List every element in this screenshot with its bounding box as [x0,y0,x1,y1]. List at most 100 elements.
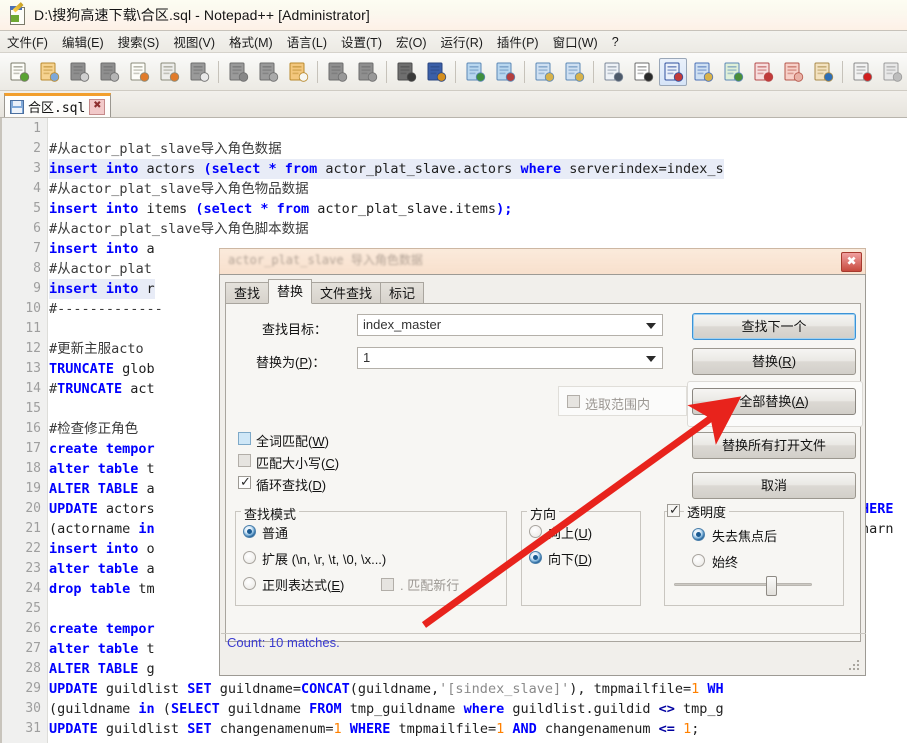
code-line[interactable]: ALTER TABLE g [49,659,155,679]
chevron-down-icon[interactable] [646,356,656,362]
code-line[interactable]: alter table a [49,559,155,579]
code-line[interactable]: #TRUNCATE act [49,379,155,399]
search-mode-extended-radio[interactable] [243,551,256,564]
code-line[interactable]: insert into actors (select * from actor_… [49,159,724,179]
search-mode-regex-radio[interactable] [243,577,256,590]
transparency-slider-track[interactable] [674,583,812,586]
code-line[interactable]: #从actor_plat_slave导入角色脚本数据 [49,219,309,239]
menu-item-7[interactable]: 宏(O) [389,30,434,53]
undo-icon[interactable] [323,58,351,86]
zoom-in-icon[interactable] [461,58,489,86]
dialog-resize-grip[interactable] [849,660,861,672]
transparency-always-radio[interactable] [692,554,705,567]
wrap-around-checkbox[interactable]: ✓ [238,476,251,489]
menu-item-1[interactable]: 编辑(E) [55,30,111,53]
code-line[interactable]: ALTER TABLE a [49,479,155,499]
menu-item-10[interactable]: 窗口(W) [546,30,605,53]
dialog-tab-1[interactable]: 替换 [268,279,312,304]
replace-in-all-opened-documents-button[interactable]: 替换所有打开文件 [692,432,856,459]
cancel-button[interactable]: 取消 [692,472,856,499]
close-all-files-icon[interactable] [155,58,183,86]
open-file-icon[interactable] [35,58,63,86]
code-line[interactable]: #从actor_plat [49,259,152,279]
find-icon[interactable] [392,58,420,86]
folder-as-workspace-icon[interactable] [779,58,807,86]
menu-item-2[interactable]: 搜索(S) [111,30,167,53]
code-line[interactable]: insert into items (select * from actor_p… [49,199,512,219]
code-line[interactable]: #------------- [49,299,163,319]
search-mode-normal-radio[interactable] [243,525,256,538]
code-line[interactable]: (actorname in [49,519,155,539]
indent-guide-icon[interactable] [659,58,687,86]
document-tab[interactable]: 合区.sql ✖ [4,93,111,117]
show-all-chars-icon[interactable] [629,58,657,86]
transparency-onlosingfocus-radio[interactable] [692,528,705,541]
code-line[interactable]: insert into a [49,239,155,259]
replace-icon[interactable] [422,58,450,86]
print-icon[interactable] [185,58,213,86]
code-line[interactable]: insert into o [49,539,155,559]
close-file-icon[interactable] [125,58,153,86]
word-wrap-icon[interactable] [599,58,627,86]
sync-horizontal-scroll-icon[interactable] [560,58,588,86]
replace-button[interactable]: 替换(R) [692,348,856,375]
replace-with-combo[interactable]: 1 [357,347,663,369]
find-replace-dialog[interactable]: actor_plat_slave 导入角色数据 ✖ 查找替换文件查找标记 查找目… [219,248,866,676]
document-preview-icon[interactable] [809,58,837,86]
find-next-button[interactable]: 查找下一个 [692,313,856,340]
sync-vertical-scroll-icon[interactable] [530,58,558,86]
chevron-down-icon[interactable] [646,323,656,329]
copy-icon[interactable] [254,58,282,86]
close-icon[interactable]: ✖ [89,99,105,115]
dialog-tab-0[interactable]: 查找 [225,282,269,304]
new-file-icon[interactable] [5,58,33,86]
code-line[interactable]: #从actor_plat_slave导入角色数据 [49,139,282,159]
direction-up-radio[interactable] [529,525,542,538]
transparency-checkbox[interactable]: ✓ [667,504,680,517]
menu-item-5[interactable]: 语言(L) [280,30,334,53]
cut-icon[interactable] [224,58,252,86]
code-line[interactable]: create tempor [49,439,155,459]
replace-panel: 查找目标： index_master 替换为(P)： 1 选取范围内 全词匹配(… [225,303,861,642]
transparency-slider-thumb[interactable] [766,576,777,596]
save-icon[interactable] [65,58,93,86]
menu-item-6[interactable]: 设置(T) [334,30,389,53]
stop-record-icon[interactable] [878,58,906,86]
code-line[interactable]: (guildname in (SELECT guildname FROM tmp… [49,699,724,719]
whole-word-checkbox[interactable] [238,432,251,445]
show-document-map-icon[interactable] [719,58,747,86]
direction-down-radio[interactable] [529,551,542,564]
zoom-out-icon[interactable] [491,58,519,86]
menu-item-0[interactable]: 文件(F) [0,30,55,53]
dialog-statusline: Count: 10 matches. [221,633,866,653]
redo-icon[interactable] [353,58,381,86]
code-line[interactable]: UPDATE guildlist SET changenamenum=1 WHE… [49,719,699,739]
dialog-close-icon[interactable]: ✖ [841,252,862,272]
code-line[interactable]: TRUNCATE glob [49,359,155,379]
code-line[interactable]: #从actor_plat_slave导入角色物品数据 [49,179,309,199]
code-line[interactable]: insert into r [49,279,155,299]
replace-all-button[interactable]: 全部替换(A) [692,388,856,415]
function-list-icon[interactable] [749,58,777,86]
code-line[interactable]: #更新主服acto [49,339,144,359]
code-line[interactable]: UPDATE actors [49,499,163,519]
find-target-combo[interactable]: index_master [357,314,663,336]
match-case-checkbox[interactable] [238,454,251,467]
dialog-tab-2[interactable]: 文件查找 [311,282,381,304]
record-macro-icon[interactable] [848,58,876,86]
menu-item-9[interactable]: 插件(P) [490,30,546,53]
code-line[interactable]: #检查修正角色 [49,419,138,439]
save-all-icon[interactable] [95,58,123,86]
dialog-tab-3[interactable]: 标记 [380,282,424,304]
menu-item-11[interactable]: ? [605,33,626,51]
code-line[interactable]: drop table tm [49,579,155,599]
menu-item-4[interactable]: 格式(M) [222,30,280,53]
user-defined-dialog-icon[interactable] [689,58,717,86]
code-line[interactable]: alter table t [49,639,155,659]
menu-item-8[interactable]: 运行(R) [434,30,490,53]
code-line[interactable]: create tempor [49,619,155,639]
paste-icon[interactable] [284,58,312,86]
menu-item-3[interactable]: 视图(V) [166,30,222,53]
code-line[interactable]: UPDATE guildlist SET guildname=CONCAT(gu… [49,679,724,699]
code-line[interactable]: alter table t [49,459,155,479]
